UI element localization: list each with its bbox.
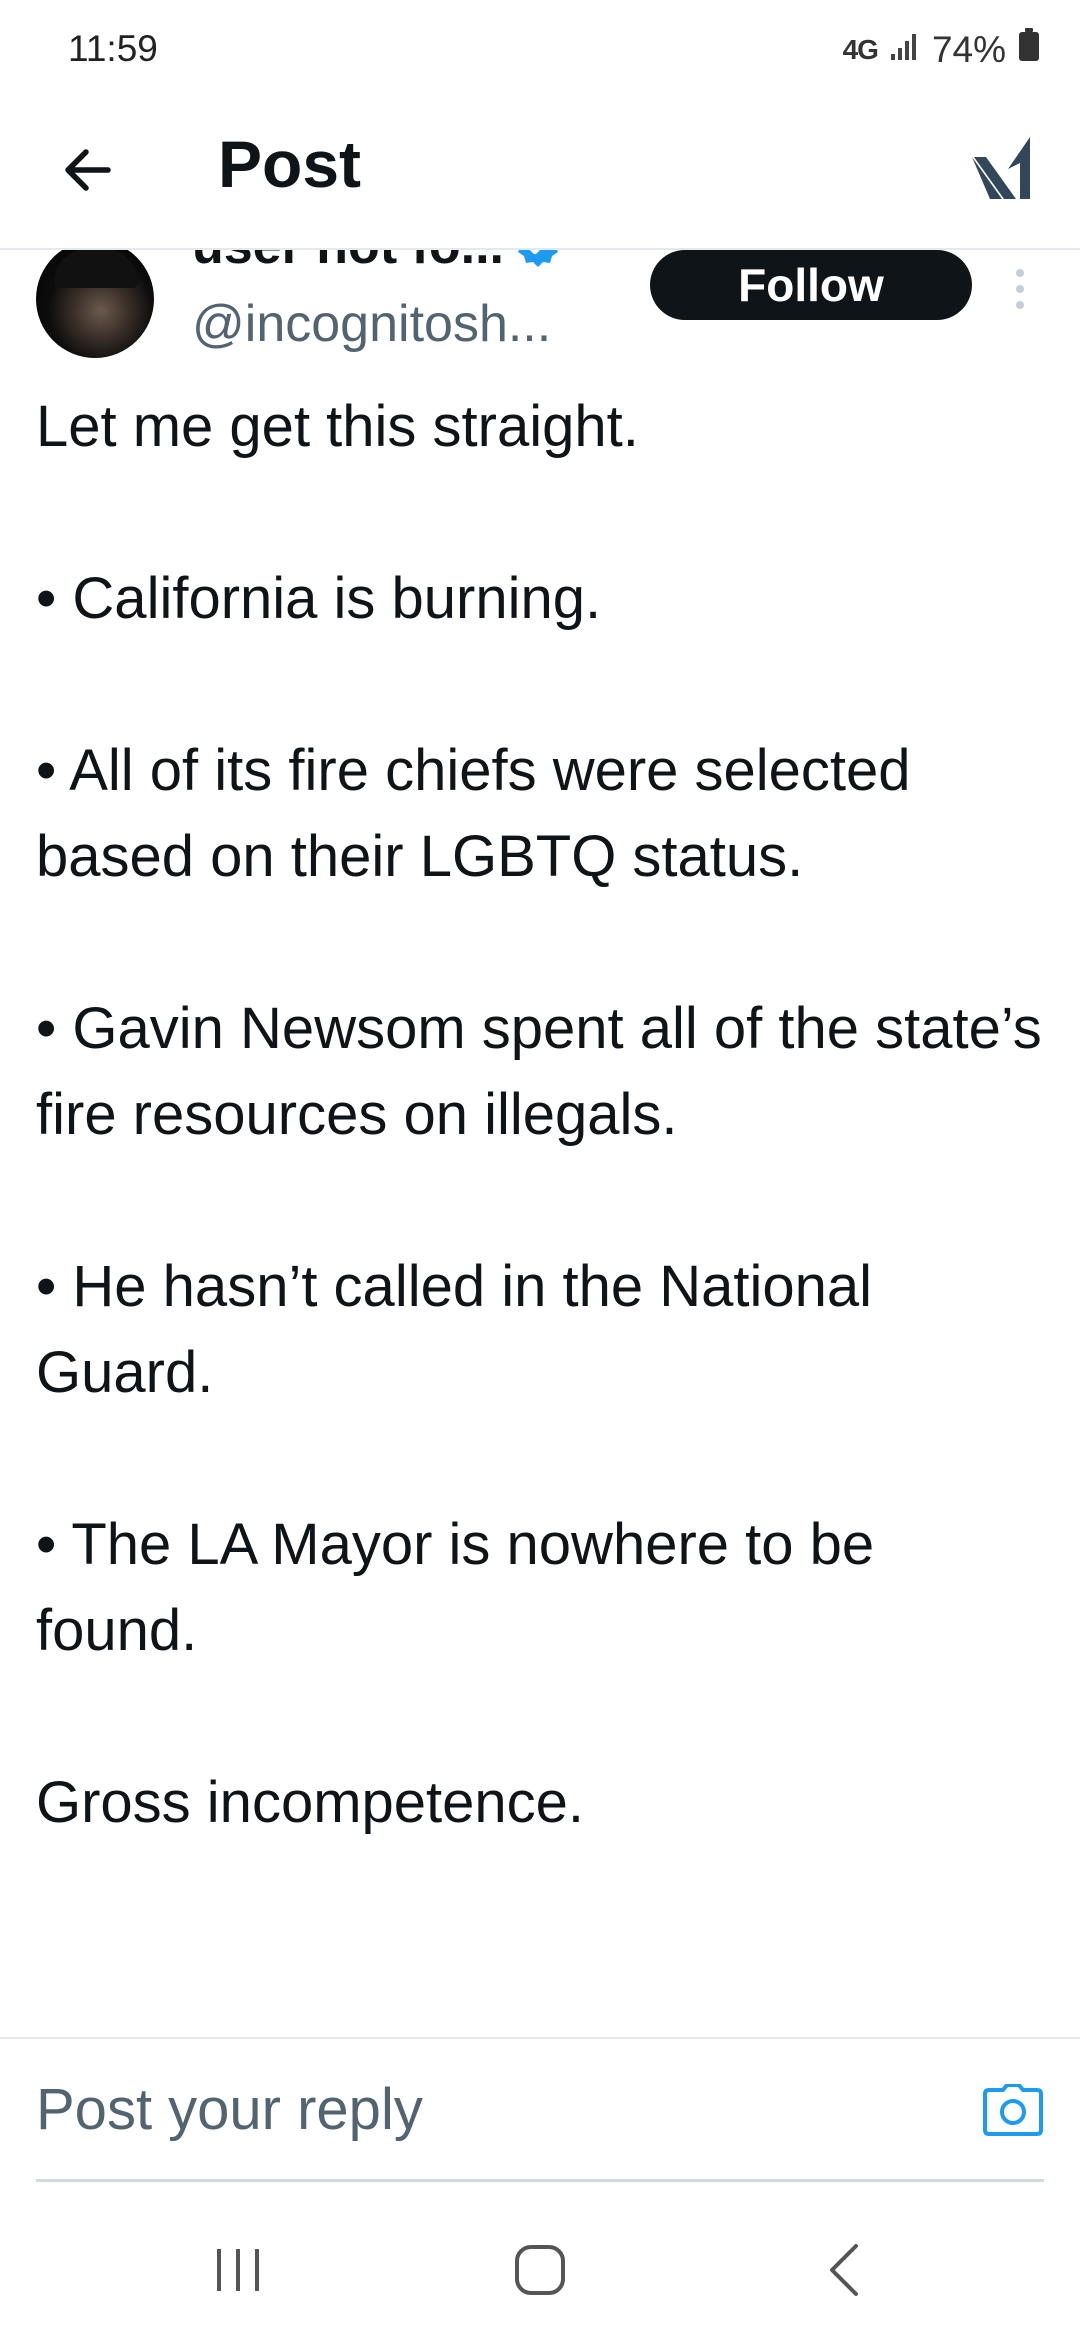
status-bar: 11:59 4G 74% [0, 0, 1080, 100]
back-button[interactable] [48, 130, 128, 210]
signal-strength-icon [890, 29, 920, 71]
grok-button[interactable] [960, 128, 1040, 208]
status-indicators: 4G 74% [843, 28, 1040, 71]
post-paragraph: • The LA Mayor is nowhere to be found. [36, 1512, 875, 1663]
battery-percent: 74% [931, 28, 1006, 70]
network-type-label: 4G [842, 33, 879, 65]
grok-icon [972, 137, 1030, 199]
home-icon [515, 2245, 565, 2295]
reply-underline [36, 2179, 1044, 2182]
post-paragraph: Gross incompetence. [36, 1770, 585, 1835]
more-vertical-icon [1016, 269, 1024, 309]
more-options-button[interactable] [1000, 254, 1040, 324]
post-paragraph: • Gavin Newsom spent all of the state’s … [36, 996, 1042, 1147]
author-handle[interactable]: @incognitosh... [192, 294, 551, 354]
post-author-row: user not fo... @incognitosh... Follow [0, 250, 1080, 360]
status-time: 11:59 [68, 28, 158, 69]
page-title: Post [218, 127, 362, 201]
battery-icon [1018, 28, 1040, 71]
reply-bar [0, 2037, 1080, 2182]
post-text: Let me get this straight. • California i… [36, 384, 1046, 1846]
back-chevron-icon [830, 2244, 858, 2296]
author-name[interactable]: user not fo... [192, 250, 562, 276]
author-name-text: user not fo... [192, 250, 504, 276]
reply-input[interactable] [36, 2039, 916, 2179]
recents-button[interactable] [198, 2230, 278, 2310]
system-nav-bar [0, 2190, 1080, 2340]
post-paragraph: • All of its fire chiefs were selected b… [36, 738, 911, 889]
post-detail: user not fo... @incognitosh... Follow Le… [0, 250, 1080, 2037]
avatar[interactable] [36, 250, 154, 358]
post-paragraph: • California is burning. [36, 566, 602, 631]
follow-button[interactable]: Follow [650, 250, 972, 320]
arrow-left-icon [65, 149, 111, 191]
post-paragraph: Let me get this straight. [36, 394, 639, 459]
home-button[interactable] [500, 2230, 580, 2310]
app-header: Post [0, 100, 1080, 250]
post-paragraph: • He hasn’t called in the National Guard… [36, 1254, 873, 1405]
camera-button[interactable] [982, 2079, 1044, 2141]
recents-icon [217, 2249, 259, 2291]
camera-icon [983, 2084, 1043, 2136]
system-back-button[interactable] [804, 2230, 884, 2310]
verified-badge-icon [518, 250, 558, 267]
